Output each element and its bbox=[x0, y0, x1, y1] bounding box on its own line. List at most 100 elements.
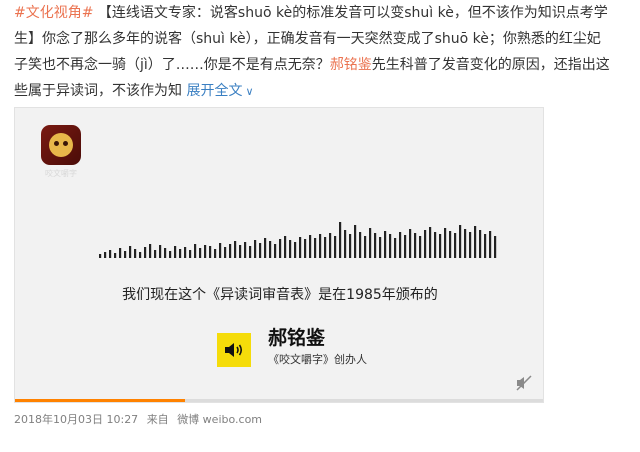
waveform-bar bbox=[459, 225, 462, 258]
waveform-bar bbox=[164, 248, 167, 258]
mention-link[interactable]: 郝铭鉴 bbox=[330, 57, 372, 73]
chevron-down-icon: ∨ bbox=[245, 85, 254, 98]
waveform-bar bbox=[289, 240, 292, 258]
post-source: 微博 weibo.com bbox=[177, 413, 263, 426]
post-line-3-text: 子笑也不再念一骑（jì）了……你是不是有点无奈？ bbox=[14, 57, 330, 73]
post-title-pinyin-1: shuō kè bbox=[237, 5, 293, 21]
post-line-4: 些属于异读词，不该作为知 展开全文 ∨ bbox=[14, 78, 634, 104]
waveform-bar bbox=[254, 240, 257, 258]
post-title-pinyin-2: shuì kè bbox=[404, 5, 454, 21]
waveform-bar bbox=[184, 247, 187, 258]
waveform-bar bbox=[244, 242, 247, 258]
waveform-bar bbox=[119, 248, 122, 258]
waveform-bar bbox=[179, 249, 182, 258]
waveform-bar bbox=[434, 232, 437, 258]
post-line-2: 生】你念了那么多年的说客（shuì kè），正确发音有一天突然变成了shuō k… bbox=[14, 31, 601, 47]
waveform-bar bbox=[239, 245, 242, 258]
waveform-bar bbox=[384, 231, 387, 258]
waveform-bar bbox=[454, 233, 457, 258]
waveform-bar bbox=[414, 233, 417, 258]
waveform-bar bbox=[319, 234, 322, 258]
waveform-bar bbox=[234, 241, 237, 258]
waveform-bar bbox=[324, 237, 327, 258]
waveform-bar bbox=[209, 246, 212, 258]
waveform-bar bbox=[219, 243, 222, 258]
waveform-bar bbox=[144, 247, 147, 258]
waveform-bar bbox=[139, 252, 142, 258]
video-progress-bar[interactable] bbox=[15, 399, 543, 402]
speaker-volume-icon bbox=[217, 333, 251, 367]
waveform-bar bbox=[329, 233, 332, 258]
waveform-bar bbox=[489, 231, 492, 258]
waveform-bar bbox=[389, 234, 392, 258]
waveform-bar bbox=[259, 243, 262, 258]
source-prefix: 来自 bbox=[146, 413, 169, 426]
waveform-bar bbox=[394, 238, 397, 258]
waveform-bar bbox=[249, 246, 252, 258]
waveform-bar bbox=[364, 236, 367, 258]
video-player[interactable]: 咬文嚼字 我们现在这个《异读词审音表》是在1985年颁布的 郝铭鉴 《咬文嚼字》… bbox=[14, 107, 544, 403]
waveform-bar bbox=[284, 236, 287, 258]
post-meta: 2018年10月03日 10:27 来自 微博 weibo.com bbox=[14, 411, 267, 427]
waveform-bar bbox=[304, 239, 307, 258]
waveform-bar bbox=[154, 250, 157, 258]
hashtag-link[interactable]: #文化视角# bbox=[14, 5, 93, 21]
waveform-bar bbox=[114, 253, 117, 258]
waveform-bar bbox=[429, 227, 432, 258]
video-progress-fill bbox=[15, 399, 185, 402]
waveform-bar bbox=[419, 236, 422, 258]
waveform-bar bbox=[494, 236, 497, 258]
waveform-bar bbox=[404, 235, 407, 258]
waveform-bar bbox=[409, 229, 412, 258]
waveform-bar bbox=[104, 252, 107, 258]
waveform-bar bbox=[214, 249, 217, 258]
waveform-bar bbox=[354, 225, 357, 258]
speaker-name: 郝铭鉴 bbox=[268, 327, 326, 349]
post-title-prefix: 【连线语文专家：说客 bbox=[93, 5, 238, 21]
waveform-bar bbox=[439, 234, 442, 258]
waveform-bar bbox=[279, 239, 282, 258]
waveform-bar bbox=[374, 233, 377, 258]
waveform-bar bbox=[314, 238, 317, 258]
waveform-bar bbox=[169, 251, 172, 258]
post-title-mid: 的标准发音可以变 bbox=[292, 5, 405, 21]
waveform-bar bbox=[369, 228, 372, 258]
waveform-bar bbox=[149, 244, 152, 258]
waveform-bar bbox=[359, 232, 362, 258]
waveform-bar bbox=[424, 230, 427, 258]
waveform-bar bbox=[264, 238, 267, 258]
waveform-bar bbox=[484, 234, 487, 258]
post-text: #文化视角# 【连线语文专家：说客shuō kè的标准发音可以变shuì kè，… bbox=[14, 0, 634, 104]
speaker-role: 《咬文嚼字》创办人 bbox=[268, 353, 367, 366]
waveform-bar bbox=[129, 246, 132, 258]
waveform-bar bbox=[159, 245, 162, 258]
waveform-bar bbox=[189, 250, 192, 258]
expand-label: 展开全文 bbox=[186, 83, 243, 99]
waveform-bar bbox=[379, 237, 382, 258]
waveform-bar bbox=[479, 230, 482, 258]
post-line-3: 子笑也不再念一骑（jì）了……你是不是有点无奈？郝铭鉴先生科普了发音变化的原因，… bbox=[14, 52, 634, 78]
mute-icon[interactable] bbox=[515, 374, 533, 392]
post-line-4-text: 些属于异读词，不该作为知 bbox=[14, 83, 182, 99]
expand-full-text-link[interactable]: 展开全文 ∨ bbox=[186, 83, 253, 99]
waveform-bar bbox=[269, 241, 272, 258]
waveform-bar bbox=[339, 222, 342, 258]
waveform-bar bbox=[194, 244, 197, 258]
waveform-bar bbox=[274, 244, 277, 258]
post-line-1: #文化视角# 【连线语文专家：说客shuō kè的标准发音可以变shuì kè，… bbox=[14, 0, 634, 26]
waveform-bar bbox=[299, 237, 302, 258]
waveform-bar bbox=[474, 226, 477, 258]
waveform-bar bbox=[109, 250, 112, 258]
waveform-bar bbox=[229, 244, 232, 258]
waveform-bar bbox=[174, 246, 177, 258]
waveform-bar bbox=[309, 235, 312, 258]
waveform-bar bbox=[349, 234, 352, 258]
waveform-bar bbox=[399, 232, 402, 258]
waveform-bar bbox=[294, 242, 297, 258]
waveform-bar bbox=[334, 236, 337, 258]
waveform-bar bbox=[204, 245, 207, 258]
waveform-bar bbox=[99, 254, 102, 258]
post-timestamp[interactable]: 2018年10月03日 10:27 bbox=[14, 413, 138, 426]
waveform-bar bbox=[464, 229, 467, 258]
waveform-bar bbox=[134, 249, 137, 258]
